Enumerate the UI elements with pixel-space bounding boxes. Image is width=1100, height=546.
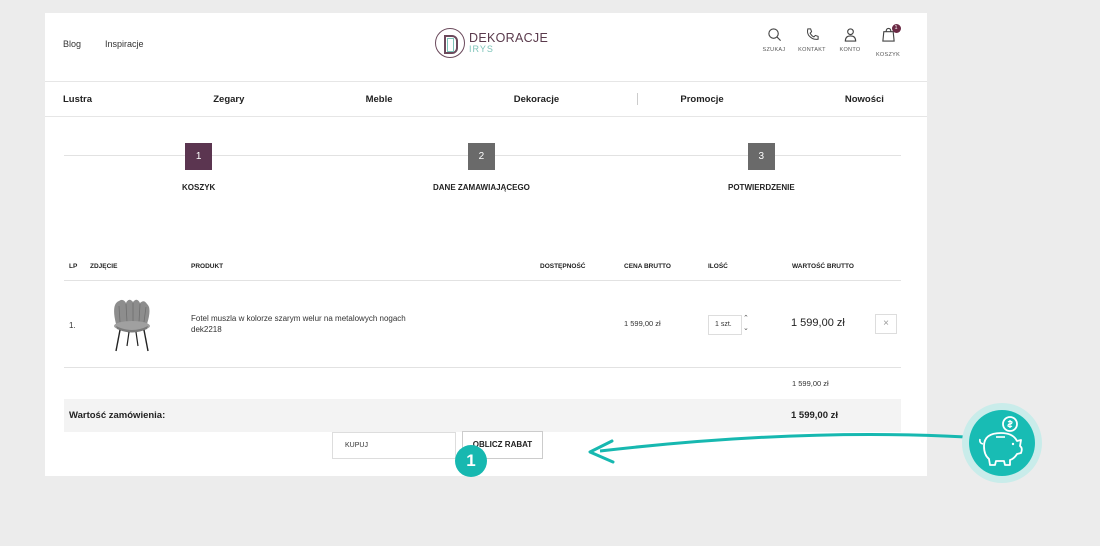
step-label: DANE ZAMAWIAJĄCEGO [433, 183, 530, 192]
menu-item-promocje[interactable]: Promocje [680, 94, 723, 105]
menu-item-lustra[interactable]: Lustra [63, 94, 92, 105]
cart-label: KOSZYK [875, 52, 901, 58]
step-customer-data: 2 DANE ZAMAWIAJĄCEGO [433, 143, 530, 192]
blog-link[interactable]: Blog [63, 39, 81, 49]
contact-button[interactable]: KONTAKT [798, 27, 826, 58]
user-icon [844, 28, 856, 42]
step-label: POTWIERDZENIE [728, 183, 795, 192]
menu-item-dekoracje[interactable]: Dekoracje [514, 94, 559, 105]
step-number: 1 [185, 143, 213, 170]
menu-item-nowosci[interactable]: Nowości [845, 94, 884, 105]
search-icon [767, 28, 781, 41]
step-label: KOSZYK [182, 183, 216, 192]
chevron-up-icon[interactable]: ⌃ [743, 314, 749, 324]
menu-item-meble[interactable]: Meble [366, 94, 393, 105]
logo-line1: DEKORACJE [469, 31, 549, 46]
step-cart: 1 KOSZYK [182, 143, 215, 192]
top-links: Blog Inspiracje [63, 39, 144, 49]
step-confirmation: 3 POTWIERDZENIE [728, 143, 795, 192]
product-name[interactable]: Fotel muszla w kolorze szarym welur na m… [191, 314, 406, 323]
col-header-lp: LP [69, 263, 78, 270]
col-header-photo: ZDJĘCIE [90, 263, 118, 270]
row-lp: 1. [69, 321, 76, 330]
header-divider [45, 81, 927, 82]
menu-item-zegary[interactable]: Zegary [213, 94, 244, 105]
quantity-input[interactable]: 1 szt. [708, 315, 742, 335]
product-price: 1 599,00 zł [624, 319, 661, 328]
piggy-bank-icon [979, 416, 1023, 466]
col-header-product: PRODUKT [191, 263, 224, 270]
cart-button[interactable]: 1 KOSZYK [874, 24, 902, 58]
inspiration-link[interactable]: Inspiracje [105, 39, 144, 49]
product-image[interactable] [107, 296, 157, 354]
header-icons: SZUKAJ KONTAKT KONTO 1 KOSZYK [760, 24, 902, 58]
cart-badge: 1 [891, 24, 901, 33]
menu-separator [637, 93, 638, 105]
search-label: SZUKAJ [762, 47, 786, 53]
annotation-marker: 1 [455, 445, 487, 477]
row-divider [64, 367, 901, 368]
product-code: dek2218 [191, 325, 222, 334]
piggy-bank-badge [962, 403, 1042, 483]
search-button[interactable]: SZUKAJ [760, 27, 788, 58]
phone-icon [806, 28, 819, 40]
contact-label: KONTAKT [798, 47, 826, 53]
logo-mark-icon [435, 28, 465, 58]
order-total-value: 1 599,00 zł [791, 410, 839, 421]
coupon-input[interactable]: KUPUJ [332, 432, 456, 459]
order-total-bar: Wartość zamówienia: 1 599,00 zł [64, 399, 901, 432]
col-header-price: CENA BRUTTO [624, 263, 671, 270]
step-number: 2 [467, 143, 495, 170]
account-button[interactable]: KONTO [836, 27, 864, 58]
step-number: 3 [747, 143, 775, 170]
order-total-label: Wartość zamówienia: [69, 410, 166, 421]
col-header-value: WARTOŚĆ BRUTTO [792, 263, 854, 270]
main-menu: Lustra Zegary Meble Dekoracje Promocje N… [63, 94, 884, 105]
table-header-divider [64, 280, 901, 281]
logo-line2: IRYS [469, 43, 494, 54]
col-header-quantity: ILOŚĆ [708, 263, 728, 270]
chevron-down-icon[interactable]: ⌄ [743, 324, 749, 334]
subtotal-value: 1 599,00 zł [792, 379, 829, 388]
page-container: Blog Inspiracje DEKORACJE IRYS SZUKAJ KO… [45, 13, 927, 476]
quantity-stepper[interactable]: ⌃ ⌄ [743, 314, 749, 334]
product-value: 1 599,00 zł [791, 317, 845, 329]
account-label: KONTO [839, 47, 861, 53]
col-header-availability: DOSTĘPNOŚĆ [540, 263, 586, 270]
remove-item-button[interactable]: × [875, 314, 897, 334]
menu-divider [45, 116, 927, 117]
logo[interactable]: DEKORACJE IRYS [435, 28, 548, 58]
